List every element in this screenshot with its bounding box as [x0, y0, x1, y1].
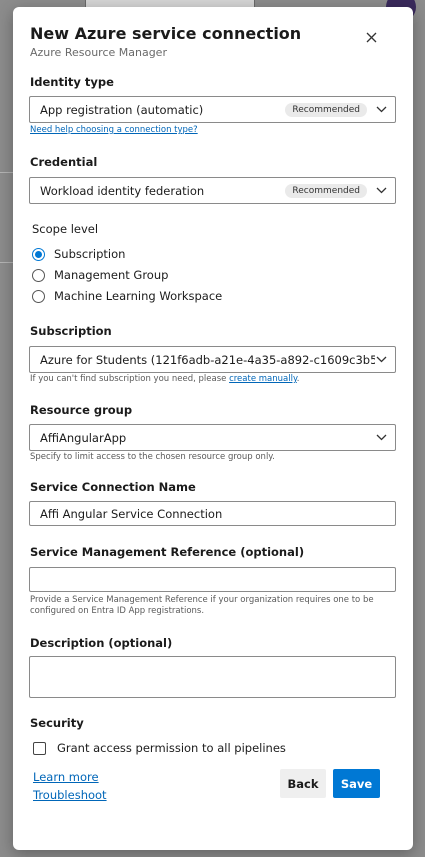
dialog-subtitle: Azure Resource Manager	[30, 46, 167, 59]
chevron-down-icon	[375, 185, 387, 197]
chevron-down-icon	[375, 432, 387, 444]
grant-access-label: Grant access permission to all pipelines	[57, 741, 286, 755]
grant-access-checkbox[interactable]	[33, 741, 46, 755]
management-reference-help-line2: configured on Entra ID App registrations…	[30, 606, 205, 616]
learn-more-link[interactable]: Learn more	[33, 770, 99, 784]
scope-level-label: Scope level	[32, 222, 99, 236]
troubleshoot-link[interactable]: Troubleshoot	[33, 788, 107, 802]
credential-label: Credential	[30, 155, 98, 169]
radio-button[interactable]	[32, 268, 45, 282]
scope-radio-ml-workspace[interactable]: Machine Learning Workspace	[32, 289, 222, 303]
connection-type-help-link[interactable]: Need help choosing a connection type?	[30, 125, 198, 135]
scope-radio-management-group[interactable]: Management Group	[32, 268, 168, 282]
radio-label: Management Group	[54, 268, 169, 282]
close-icon	[366, 32, 376, 42]
radio-button[interactable]	[32, 247, 45, 261]
service-connection-dialog: New Azure service connection Azure Resou…	[13, 7, 413, 850]
chevron-down-icon	[375, 104, 387, 116]
grant-access-checkbox-row[interactable]: Grant access permission to all pipelines	[33, 741, 286, 755]
resource-group-value: AffiAngularApp	[40, 430, 127, 445]
back-button[interactable]: Back	[280, 769, 326, 798]
management-reference-label: Service Management Reference (optional)	[30, 545, 305, 559]
credential-dropdown[interactable]: Workload identity federation Recommended	[29, 177, 396, 204]
close-button[interactable]	[361, 27, 381, 47]
subscription-value: Azure for Students (121f6adb-a21e-4a35-a…	[40, 352, 375, 367]
dialog-title: New Azure service connection	[30, 24, 302, 43]
identity-type-value: App registration (automatic)	[40, 102, 204, 117]
create-manually-link[interactable]: create manually	[229, 374, 297, 384]
save-button[interactable]: Save	[333, 769, 380, 798]
resource-group-help: Specify to limit access to the chosen re…	[30, 452, 275, 462]
radio-label: Machine Learning Workspace	[54, 289, 223, 303]
chevron-down-icon	[375, 354, 387, 366]
identity-type-label: Identity type	[30, 75, 114, 89]
connection-name-label: Service Connection Name	[30, 480, 196, 494]
background-divider	[0, 262, 14, 263]
identity-type-dropdown[interactable]: App registration (automatic) Recommended	[29, 96, 396, 123]
subscription-help: If you can't find subscription you need,…	[30, 374, 299, 384]
management-reference-help-line1: Provide a Service Management Reference i…	[30, 595, 374, 605]
subscription-help-text: If you can't find subscription you need,…	[30, 374, 227, 384]
description-label: Description (optional)	[30, 636, 173, 650]
scope-radio-subscription[interactable]: Subscription	[32, 247, 125, 261]
security-label: Security	[30, 716, 84, 730]
recommended-badge: Recommended	[285, 102, 367, 117]
subscription-dropdown[interactable]: Azure for Students (121f6adb-a21e-4a35-a…	[29, 346, 396, 373]
resource-group-label: Resource group	[30, 403, 133, 417]
subscription-label: Subscription	[30, 324, 112, 338]
management-reference-input[interactable]	[29, 567, 396, 592]
resource-group-dropdown[interactable]: AffiAngularApp	[29, 424, 396, 451]
credential-value: Workload identity federation	[40, 183, 205, 198]
subscription-help-suffix: .	[296, 374, 300, 384]
background-divider	[0, 172, 14, 173]
identity-type-help: Need help choosing a connection type?	[30, 125, 198, 135]
radio-label: Subscription	[54, 247, 126, 261]
radio-button[interactable]	[32, 289, 45, 303]
recommended-badge: Recommended	[285, 183, 367, 198]
connection-name-input[interactable]: Affi Angular Service Connection	[29, 501, 396, 526]
description-textarea[interactable]	[29, 656, 396, 698]
